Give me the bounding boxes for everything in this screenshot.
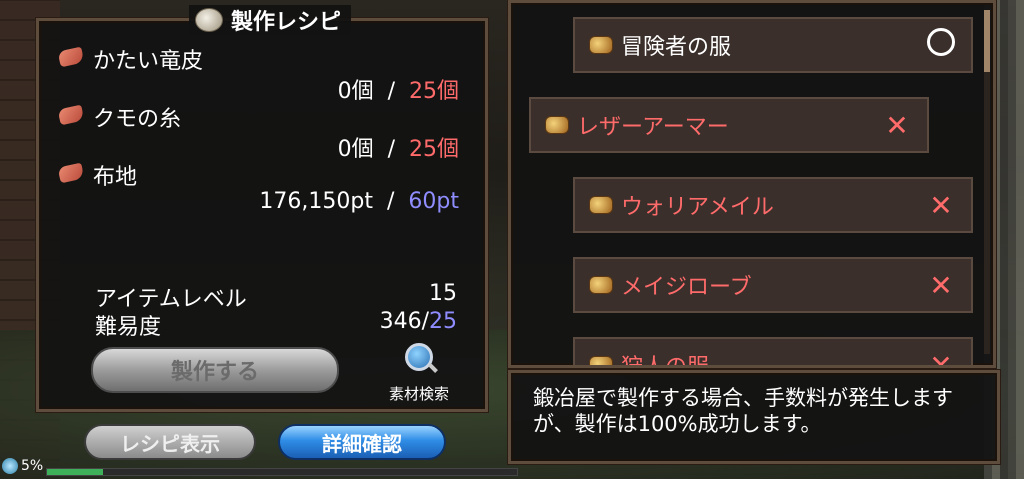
armor-item-icon [589,356,613,365]
recipe-header: 製作レシピ [189,5,352,35]
material-need: 60pt [408,189,459,214]
not-craftable-mark: ✕ [929,268,953,302]
not-craftable-mark: ✕ [929,188,953,222]
material-name: かたい竜皮 [93,49,204,74]
list-item-name: ウォリアメイル [621,195,774,220]
level-indicator: 5% [2,458,43,474]
armor-item-icon [545,116,569,134]
xp-bar-fill [47,469,104,475]
material-search-button[interactable]: 素材検索 [373,343,465,403]
list-item[interactable]: ウォリアメイル ✕ [573,177,973,233]
level-orb-icon [2,458,18,474]
circle-icon [927,27,955,56]
material-name: クモの糸 [93,107,182,132]
recipe-list-panel[interactable]: 冒険者の服 レザーアーマー ✕ ウォリアメイル ✕ メイジローブ ✕ 狩人の服 … [508,0,996,368]
info-panel: 鍛冶屋で製作する場合、手数料が発生しますが、製作は100%成功します。 [508,370,1000,464]
list-item-name: メイジローブ [621,275,752,300]
list-scrollbar[interactable] [984,10,990,354]
leather-icon [57,104,85,126]
material-search-label: 素材検索 [388,385,449,403]
material-have: 176,150pt [259,189,373,214]
xp-bar [46,468,518,476]
difficulty-value-group: 346/25 [380,309,457,341]
armor-item-icon [589,36,613,54]
difficulty-value: 346/ [379,309,429,334]
list-item[interactable]: 冒険者の服 [573,17,973,73]
recipe-book-icon [195,8,223,32]
armor-item-icon [589,196,613,214]
detail-confirm-button[interactable]: 詳細確認 [278,424,446,460]
material-slash: / [386,189,395,214]
list-item[interactable]: メイジローブ ✕ [573,257,973,313]
leather-icon [57,46,85,68]
armor-item-icon [589,276,613,294]
difficulty-label: 難易度 [95,315,162,340]
recipe-title: 製作レシピ [231,10,342,35]
material-row: 布地 176,150pt / 60pt [57,159,469,215]
craft-button[interactable]: 製作する [91,347,339,393]
level-percent: 5% [21,458,44,474]
difficulty-row: 難易度 346/25 [95,309,457,341]
info-message: 鍛冶屋で製作する場合、手数料が発生しますが、製作は100%成功します。 [533,386,953,436]
list-item-name: 狩人の服 [621,355,710,368]
list-item[interactable]: レザーアーマー ✕ [529,97,929,153]
show-recipe-button[interactable]: レシピ表示 [84,424,256,460]
material-row: クモの糸 0個/25個 [57,101,469,162]
material-count: 176,150pt / 60pt [259,189,459,214]
leather-icon [57,162,85,184]
list-item[interactable]: 狩人の服 ✕ [573,337,973,368]
not-craftable-mark: ✕ [885,108,909,142]
difficulty-required: 25 [429,309,457,334]
material-name: 布地 [93,165,138,190]
search-icon [405,343,433,371]
not-craftable-mark: ✕ [929,348,953,368]
recipe-panel: 製作レシピ かたい竜皮 0個/25個 クモの糸 0個/25個 布地 176,15… [36,5,488,412]
craftable-mark [911,27,971,63]
list-item-name: 冒険者の服 [621,35,732,60]
material-row: かたい竜皮 0個/25個 [57,43,469,104]
list-item-name: レザーアーマー [577,115,729,140]
list-scroll-thumb[interactable] [984,10,990,72]
